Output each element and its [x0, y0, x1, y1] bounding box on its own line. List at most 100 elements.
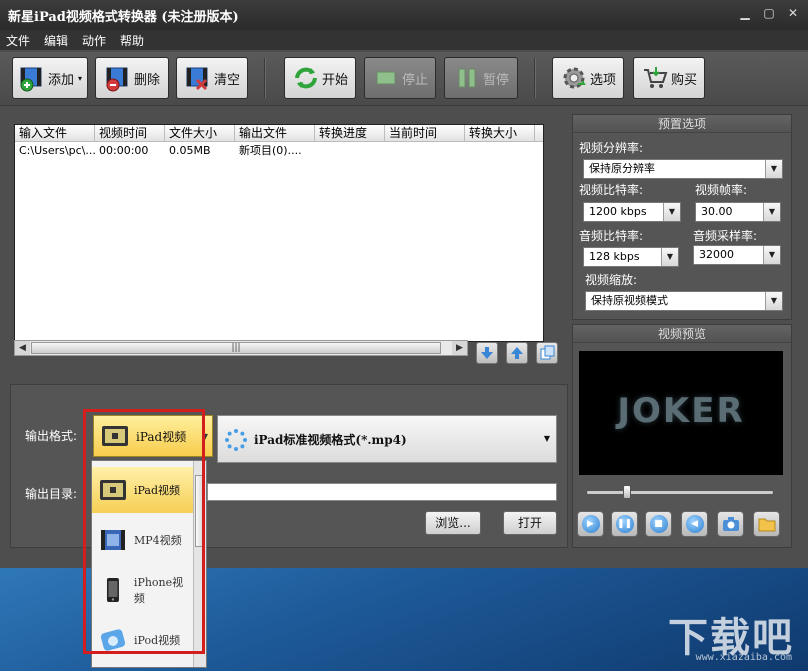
menu-file[interactable]: 文件 [6, 32, 30, 49]
pause-label: 暂停 [482, 72, 509, 88]
column-header[interactable]: 输入文件 [15, 125, 95, 141]
pause-icon: ❚❚ [615, 515, 634, 533]
output-profile-select[interactable]: iPad标准视频格式(*.mp4) ▼ [217, 415, 557, 463]
film-icon [101, 530, 125, 550]
dropdown-scroll-thumb[interactable] [195, 475, 205, 547]
format-option-mp4[interactable]: MP4视频 [92, 517, 194, 563]
menu-edit[interactable]: 编辑 [44, 32, 68, 49]
minimize-icon[interactable]: ▁ [738, 6, 752, 20]
pause-preview-button[interactable]: ❚❚ [611, 511, 638, 537]
video-preview-panel: 视频预览 JOKER ▶ ❚❚ ■ ◀ [572, 324, 792, 548]
title-bar: 新星iPad视频格式转换器 (未注册版本) ▁ ▢ ✕ [0, 0, 808, 30]
column-header[interactable]: 文件大小 [165, 125, 235, 141]
column-header[interactable]: 视频时间 [95, 125, 165, 141]
format-option-label: MP4视频 [134, 534, 182, 547]
chevron-down-icon: ▼ [763, 246, 780, 264]
output-dir-input[interactable] [207, 483, 557, 501]
chevron-down-icon: ▾ [78, 73, 83, 83]
copy-icon [540, 345, 555, 360]
scale-label: 视频缩放: [585, 273, 638, 287]
scroll-thumb[interactable]: ||| [31, 342, 441, 354]
output-format-value: iPad视频 [136, 429, 187, 444]
start-label: 开始 [321, 72, 348, 88]
film-clear-icon [186, 67, 208, 91]
cell-output-file: 新项目(0).... [239, 144, 302, 157]
horizontal-scrollbar[interactable]: ◀ ||| ▶ [14, 340, 468, 356]
options-label: 选项 [589, 72, 616, 88]
shopping-cart-icon [643, 67, 668, 88]
iphone-icon [106, 578, 119, 602]
move-down-button[interactable] [476, 342, 498, 364]
stop-button[interactable]: 停止 [364, 57, 436, 99]
audio-bitrate-value: 128 kbps [589, 250, 640, 263]
table-row[interactable]: C:\Users\pc\... 00:00:00 0.05MB 新项目(0)..… [15, 142, 543, 160]
column-header[interactable]: 转换进度 [315, 125, 385, 141]
framerate-select[interactable]: 30.00 ▼ [695, 202, 781, 222]
browse-button[interactable]: 浏览... [425, 511, 481, 535]
play-button[interactable]: ▶ [577, 511, 604, 537]
close-icon[interactable]: ✕ [786, 6, 800, 20]
delete-button[interactable]: 删除 [95, 57, 169, 99]
cell-progress [315, 142, 385, 160]
clear-button[interactable]: 清空 [176, 57, 248, 99]
preset-title: 预置选项 [573, 115, 791, 133]
scroll-left-icon[interactable]: ◀ [15, 341, 30, 355]
start-button[interactable]: 开始 [284, 57, 356, 99]
snapshot-button[interactable] [717, 511, 744, 537]
watermark-url: www.xiazaiba.com [695, 652, 792, 663]
buy-button[interactable]: 购买 [633, 57, 705, 99]
video-bitrate-select[interactable]: 1200 kbps ▼ [583, 202, 681, 222]
samplerate-label: 音频采样率: [693, 229, 758, 243]
move-up-button[interactable] [506, 342, 528, 364]
scale-value: 保持原视频模式 [591, 294, 668, 307]
scroll-right-icon[interactable]: ▶ [452, 341, 467, 355]
file-list-table[interactable]: 输入文件 视频时间 文件大小 输出文件 转换进度 当前时间 转换大小 C:\Us… [14, 124, 544, 342]
film-remove-icon [106, 67, 128, 92]
format-option-iphone[interactable]: iPhone视频 [92, 567, 194, 613]
seek-slider-handle[interactable] [623, 485, 631, 499]
samplerate-select[interactable]: 32000 ▼ [693, 245, 781, 265]
framerate-label: 视频帧率: [695, 183, 748, 197]
format-option-label: iPhone视频 [133, 576, 184, 605]
scale-select[interactable]: 保持原视频模式 ▼ [585, 291, 783, 311]
volume-button[interactable]: ◀ [681, 511, 708, 537]
stop-preview-button[interactable]: ■ [645, 511, 672, 537]
dropdown-scrollbar[interactable] [193, 461, 206, 667]
chevron-down-icon: ▼ [661, 248, 678, 266]
video-frame-text: JOKER [617, 391, 745, 431]
speaker-icon: ◀ [685, 515, 704, 533]
add-button[interactable]: 添加 ▾ [12, 57, 88, 99]
framerate-value: 30.00 [701, 205, 733, 218]
stop-label: 停止 [401, 72, 428, 88]
menu-bar: 文件 编辑 动作 帮助 [0, 30, 808, 50]
resolution-value: 保持原分辨率 [589, 162, 655, 175]
menu-help[interactable]: 帮助 [120, 32, 144, 49]
output-format-select[interactable]: iPad视频 ▼ [93, 415, 213, 457]
audio-bitrate-label: 音频比特率: [579, 229, 644, 243]
open-folder-button[interactable] [753, 511, 780, 537]
column-header[interactable]: 输出文件 [235, 125, 315, 141]
open-button[interactable]: 打开 [503, 511, 557, 535]
preview-title: 视频预览 [573, 325, 791, 343]
maximize-icon[interactable]: ▢ [762, 6, 776, 20]
copy-button[interactable] [536, 342, 558, 364]
resolution-label: 视频分辨率: [579, 141, 644, 155]
format-option-ipod[interactable]: iPod视频 [92, 617, 194, 663]
toolbar-separator [264, 58, 266, 98]
cell-input-file: C:\Users\pc\... [19, 144, 95, 157]
menu-action[interactable]: 动作 [82, 32, 106, 49]
chevron-down-icon: ▼ [543, 434, 550, 443]
window-title: 新星iPad视频格式转换器 (未注册版本) [8, 9, 239, 25]
column-header[interactable]: 当前时间 [385, 125, 465, 141]
table-header: 输入文件 视频时间 文件大小 输出文件 转换进度 当前时间 转换大小 [15, 125, 543, 142]
output-format-label: 输出格式: [25, 429, 78, 443]
format-option-ipad[interactable]: iPad视频 [92, 467, 194, 513]
gear-icon [563, 67, 586, 89]
chevron-down-icon: ▼ [201, 432, 208, 441]
seek-slider-track[interactable] [587, 491, 773, 494]
pause-button[interactable]: 暂停 [444, 57, 518, 99]
resolution-select[interactable]: 保持原分辨率 ▼ [583, 159, 783, 179]
audio-bitrate-select[interactable]: 128 kbps ▼ [583, 247, 679, 267]
column-header[interactable]: 转换大小 [465, 125, 535, 141]
options-button[interactable]: 选项 [552, 57, 624, 99]
